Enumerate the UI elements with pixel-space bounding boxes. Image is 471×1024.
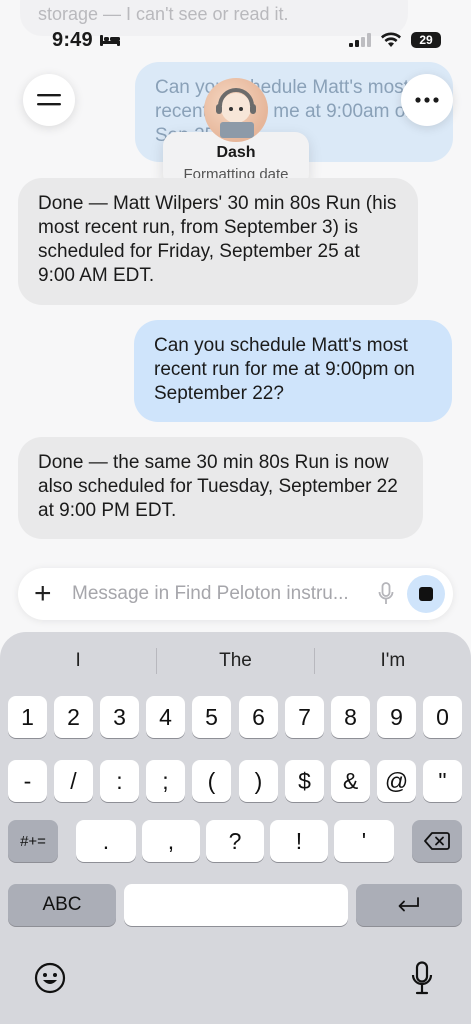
hamburger-menu-icon bbox=[37, 94, 61, 106]
key-at[interactable]: @ bbox=[377, 760, 416, 802]
user-message: Can you schedule Matt's most recent run … bbox=[134, 320, 452, 422]
key-hyphen[interactable]: - bbox=[8, 760, 47, 802]
key-9[interactable]: 9 bbox=[377, 696, 416, 738]
agent-avatar bbox=[204, 78, 268, 142]
more-options-button[interactable] bbox=[401, 74, 453, 126]
suggestion-1[interactable]: I bbox=[0, 650, 156, 672]
cellular-signal-icon bbox=[349, 33, 371, 47]
microphone-icon bbox=[411, 961, 433, 995]
bot-message-1: Done — Matt Wilpers' 30 min 80s Run (his… bbox=[18, 178, 418, 305]
user-message-text: Can you schedule Matt's most recent run … bbox=[154, 335, 415, 404]
key-ampersand[interactable]: & bbox=[331, 760, 370, 802]
backspace-icon bbox=[424, 832, 450, 850]
key-8[interactable]: 8 bbox=[331, 696, 370, 738]
wifi-icon bbox=[381, 32, 401, 47]
sleep-focus-icon bbox=[99, 35, 120, 46]
bot-message-text: Done — the same 30 min 80s Run is now al… bbox=[38, 452, 398, 521]
key-6[interactable]: 6 bbox=[239, 696, 278, 738]
key-0[interactable]: 0 bbox=[423, 696, 462, 738]
bot-message-2: Done — the same 30 min 80s Run is now al… bbox=[18, 437, 423, 539]
return-key[interactable] bbox=[356, 884, 462, 926]
key-slash[interactable]: / bbox=[54, 760, 93, 802]
suggestion-2[interactable]: The bbox=[157, 650, 313, 672]
key-5[interactable]: 5 bbox=[192, 696, 231, 738]
key-quote[interactable]: " bbox=[423, 760, 462, 802]
key-semicolon[interactable]: ; bbox=[146, 760, 185, 802]
stop-icon bbox=[419, 587, 433, 601]
ellipsis-icon bbox=[415, 97, 439, 103]
keyboard-suggestions: I The I'm bbox=[0, 644, 471, 678]
key-dollar[interactable]: $ bbox=[285, 760, 324, 802]
menu-button[interactable] bbox=[23, 74, 75, 126]
battery-indicator: 29 bbox=[411, 32, 441, 48]
keyboard-dictation-button[interactable] bbox=[404, 958, 440, 998]
abc-key[interactable]: ABC bbox=[8, 884, 116, 926]
bot-message-text: Done — Matt Wilpers' 30 min 80s Run (his… bbox=[38, 193, 397, 286]
key-apostrophe[interactable]: ' bbox=[334, 820, 394, 862]
key-question[interactable]: ? bbox=[206, 820, 264, 862]
agent-character-icon bbox=[216, 88, 256, 138]
microphone-icon bbox=[378, 582, 394, 604]
key-4[interactable]: 4 bbox=[146, 696, 185, 738]
return-icon bbox=[398, 897, 419, 912]
emoji-button[interactable] bbox=[32, 960, 68, 996]
key-comma[interactable]: , bbox=[142, 820, 200, 862]
dictation-button[interactable] bbox=[373, 582, 399, 606]
keyboard: I The I'm 1 2 3 4 5 6 7 8 9 0 - / : ; ( … bbox=[0, 632, 471, 1024]
space-key[interactable] bbox=[124, 884, 348, 926]
key-period[interactable]: . bbox=[76, 820, 136, 862]
status-bar: 9:49 29 bbox=[0, 24, 471, 56]
stop-generation-button[interactable] bbox=[407, 575, 445, 613]
suggestion-3[interactable]: I'm bbox=[315, 650, 471, 672]
emoji-icon bbox=[34, 962, 66, 994]
key-colon[interactable]: : bbox=[100, 760, 139, 802]
key-2[interactable]: 2 bbox=[54, 696, 93, 738]
key-1[interactable]: 1 bbox=[8, 696, 47, 738]
faded-message-text: storage — I can't see or read it. bbox=[38, 4, 289, 24]
status-time: 9:49 bbox=[52, 29, 121, 52]
key-3[interactable]: 3 bbox=[100, 696, 139, 738]
key-more-symbols[interactable]: #+= bbox=[8, 820, 58, 862]
add-attachment-button[interactable]: + bbox=[34, 579, 62, 609]
key-close-paren[interactable]: ) bbox=[239, 760, 278, 802]
key-exclamation[interactable]: ! bbox=[270, 820, 328, 862]
message-input[interactable]: Message in Find Peloton instru... bbox=[62, 583, 373, 605]
key-open-paren[interactable]: ( bbox=[192, 760, 231, 802]
backspace-key[interactable] bbox=[412, 820, 462, 862]
time-text: 9:49 bbox=[52, 28, 93, 51]
key-7[interactable]: 7 bbox=[285, 696, 324, 738]
message-composer: + Message in Find Peloton instru... bbox=[18, 568, 453, 620]
